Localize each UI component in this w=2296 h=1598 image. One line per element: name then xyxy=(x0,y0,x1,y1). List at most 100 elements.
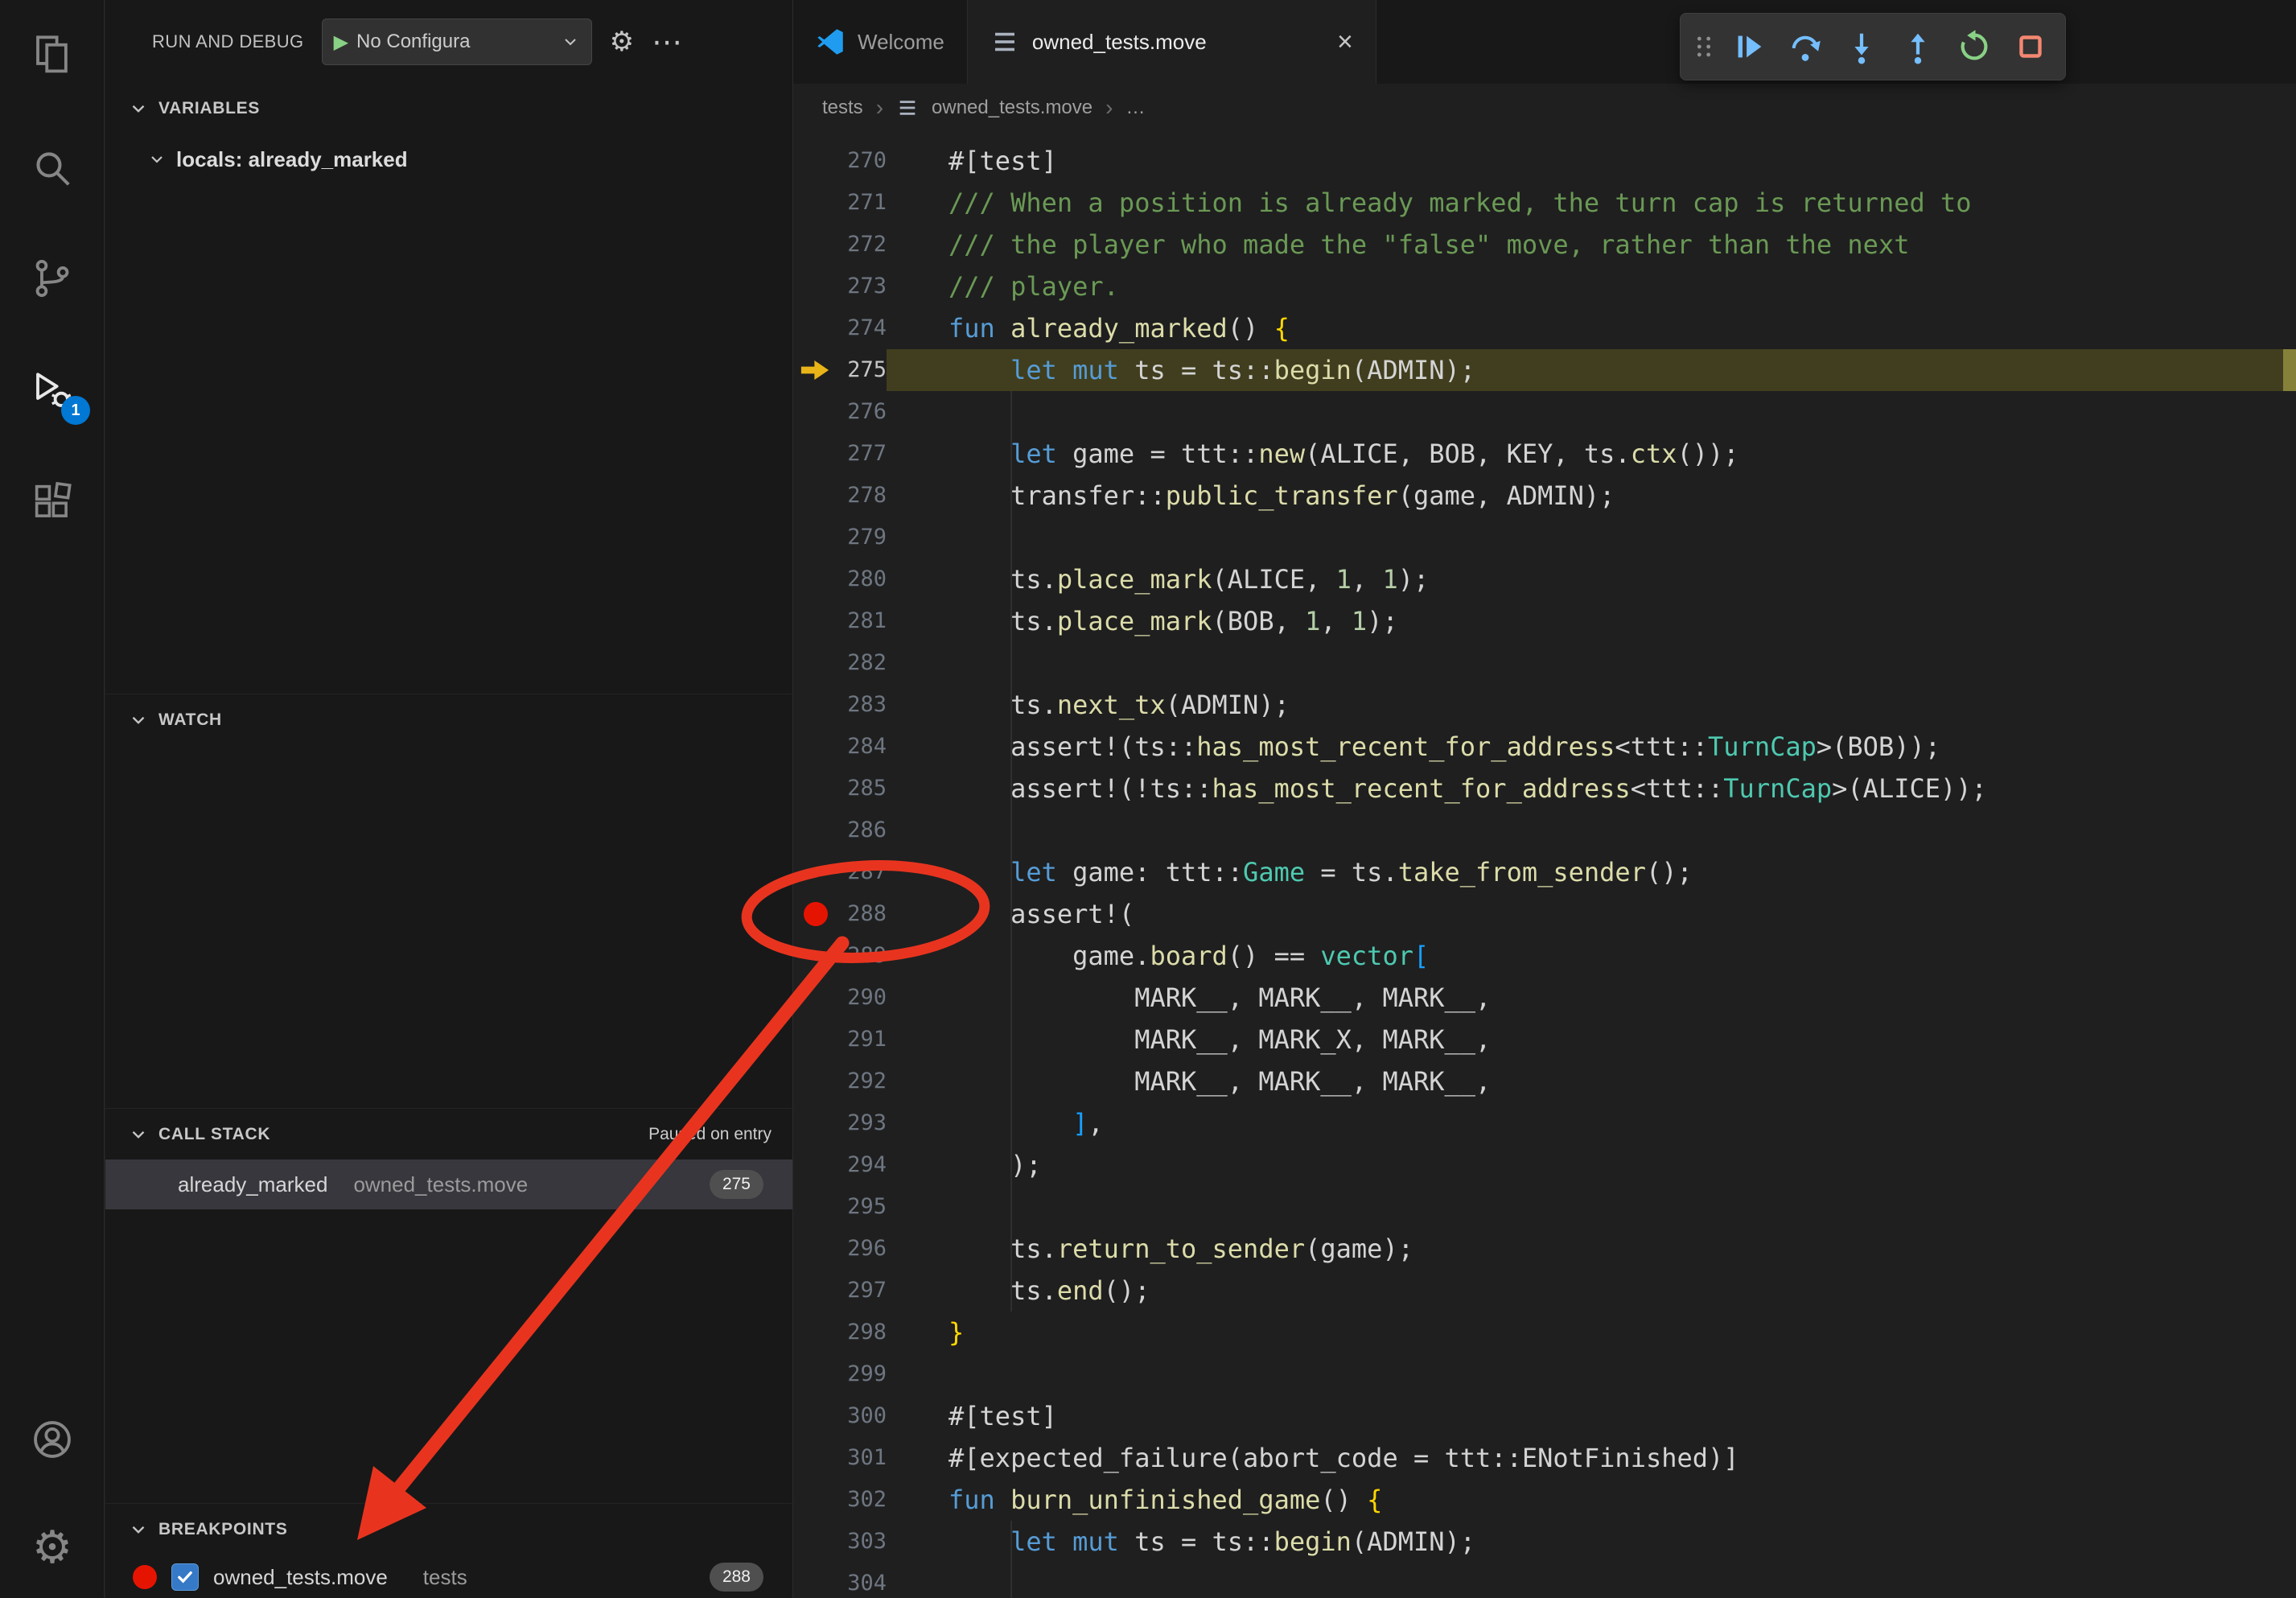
gutter-glyph[interactable] xyxy=(793,1270,838,1312)
activity-run-and-debug[interactable]: 1 xyxy=(0,349,105,433)
code-text[interactable]: transfer::public_transfer(game, ADMIN); xyxy=(887,475,2296,517)
token xyxy=(1057,355,1072,385)
gutter-glyph[interactable] xyxy=(793,977,838,1019)
debug-config-dropdown[interactable]: ▶ No Configura xyxy=(322,19,592,65)
code-lines[interactable]: 270#[test]271/// When a position is alre… xyxy=(793,0,2296,1598)
gutter-glyph[interactable] xyxy=(793,517,838,558)
code-text[interactable]: ); xyxy=(887,1144,2296,1186)
stop-icon xyxy=(2012,28,2049,65)
code-text[interactable] xyxy=(887,1563,2296,1598)
gripper-icon[interactable] xyxy=(1690,28,1718,65)
gutter-glyph[interactable] xyxy=(793,600,838,642)
gutter-glyph[interactable] xyxy=(793,140,838,182)
activity-extensions[interactable] xyxy=(0,460,105,544)
code-text[interactable]: fun burn_unfinished_game() { xyxy=(887,1479,2296,1521)
code-text[interactable]: game.board() == vector[ xyxy=(887,935,2296,977)
breakpoint-glyph[interactable] xyxy=(793,893,838,935)
code-text[interactable]: /// player. xyxy=(887,266,2296,307)
code-text[interactable]: fun already_marked() { xyxy=(887,307,2296,349)
activity-settings[interactable]: ⚙ xyxy=(0,1506,105,1590)
variables-section-header[interactable]: VARIABLES xyxy=(105,83,792,134)
code-text[interactable] xyxy=(887,642,2296,684)
code-text[interactable]: ts.return_to_sender(game); xyxy=(887,1228,2296,1270)
breakpoint-checkbox[interactable] xyxy=(171,1563,199,1591)
token: <ttt:: xyxy=(1615,731,1708,762)
call-stack-section-header[interactable]: CALL STACK Paused on entry xyxy=(105,1108,792,1159)
code-text[interactable]: assert!(!ts::has_most_recent_for_address… xyxy=(887,768,2296,809)
gutter-glyph[interactable] xyxy=(793,1061,838,1102)
code-text[interactable] xyxy=(887,391,2296,433)
code-text[interactable] xyxy=(887,517,2296,558)
code-text[interactable]: ts.place_mark(BOB, 1, 1); xyxy=(887,600,2296,642)
watch-section-header[interactable]: WATCH xyxy=(105,694,792,745)
code-text[interactable]: #[test] xyxy=(887,140,2296,182)
code-text[interactable]: MARK__, MARK_X, MARK__, xyxy=(887,1019,2296,1061)
gutter-glyph[interactable] xyxy=(793,768,838,809)
code-text[interactable]: MARK__, MARK__, MARK__, xyxy=(887,977,2296,1019)
gutter-glyph[interactable] xyxy=(793,266,838,307)
call-stack-frame[interactable]: already_marked owned_tests.move 275 xyxy=(105,1159,792,1209)
gutter-glyph[interactable] xyxy=(793,433,838,475)
more-actions-icon[interactable]: ⋯ xyxy=(652,24,682,60)
activity-explorer[interactable] xyxy=(0,12,105,96)
gutter-glyph[interactable] xyxy=(793,1186,838,1228)
code-text[interactable]: let mut ts = ts::begin(ADMIN); xyxy=(887,349,2296,391)
current-line-glyph[interactable] xyxy=(793,349,838,391)
code-text[interactable]: } xyxy=(887,1312,2296,1353)
start-debugging-icon[interactable]: ▶ xyxy=(334,31,348,53)
code-text[interactable]: ts.end(); xyxy=(887,1270,2296,1312)
code-text[interactable]: ts.place_mark(ALICE, 1, 1); xyxy=(887,558,2296,600)
code-text[interactable]: assert!(ts::has_most_recent_for_address<… xyxy=(887,726,2296,768)
code-text[interactable]: #[test] xyxy=(887,1395,2296,1437)
gutter-glyph[interactable] xyxy=(793,1395,838,1437)
gutter-glyph[interactable] xyxy=(793,1312,838,1353)
code-text[interactable]: /// When a position is already marked, t… xyxy=(887,182,2296,224)
step-into-button[interactable] xyxy=(1837,22,1887,72)
code-text[interactable]: MARK__, MARK__, MARK__, xyxy=(887,1061,2296,1102)
gutter-glyph[interactable] xyxy=(793,726,838,768)
continue-button[interactable] xyxy=(1724,22,1774,72)
gutter-glyph[interactable] xyxy=(793,1228,838,1270)
variables-scope-row[interactable]: locals: already_marked xyxy=(105,134,792,185)
code-text[interactable]: ts.next_tx(ADMIN); xyxy=(887,684,2296,726)
code-text[interactable]: /// the player who made the "false" move… xyxy=(887,224,2296,266)
breakpoints-section-header[interactable]: BREAKPOINTS xyxy=(105,1503,792,1555)
gutter-glyph[interactable] xyxy=(793,1019,838,1061)
gutter-glyph[interactable] xyxy=(793,642,838,684)
restart-button[interactable] xyxy=(1949,22,1999,72)
gutter-glyph[interactable] xyxy=(793,307,838,349)
code-text[interactable]: assert!( xyxy=(887,893,2296,935)
gutter-glyph[interactable] xyxy=(793,851,838,893)
code-text[interactable] xyxy=(887,1353,2296,1395)
code-text[interactable]: #[expected_failure(abort_code = ttt::ENo… xyxy=(887,1437,2296,1479)
gutter-glyph[interactable] xyxy=(793,391,838,433)
gutter-glyph[interactable] xyxy=(793,1479,838,1521)
stop-button[interactable] xyxy=(2006,22,2055,72)
code-text[interactable] xyxy=(887,809,2296,851)
code-text[interactable]: ], xyxy=(887,1102,2296,1144)
gutter-glyph[interactable] xyxy=(793,224,838,266)
activity-accounts[interactable] xyxy=(0,1398,105,1481)
breakpoint-item[interactable]: owned_tests.move tests 288 xyxy=(105,1555,792,1598)
code-text[interactable]: let mut ts = ts::begin(ADMIN); xyxy=(887,1521,2296,1563)
code-text[interactable]: let game: ttt::Game = ts.take_from_sende… xyxy=(887,851,2296,893)
gutter-glyph[interactable] xyxy=(793,558,838,600)
gutter-glyph[interactable] xyxy=(793,1144,838,1186)
gutter-glyph[interactable] xyxy=(793,1563,838,1598)
activity-source-control[interactable] xyxy=(0,237,105,320)
step-out-button[interactable] xyxy=(1893,22,1943,72)
gutter-glyph[interactable] xyxy=(793,1353,838,1395)
gutter-glyph[interactable] xyxy=(793,935,838,977)
activity-search[interactable] xyxy=(0,126,105,210)
gutter-glyph[interactable] xyxy=(793,1102,838,1144)
code-text[interactable]: let game = ttt::new(ALICE, BOB, KEY, ts.… xyxy=(887,433,2296,475)
gutter-glyph[interactable] xyxy=(793,684,838,726)
gutter-glyph[interactable] xyxy=(793,1437,838,1479)
gutter-glyph[interactable] xyxy=(793,182,838,224)
gutter-glyph[interactable] xyxy=(793,809,838,851)
gutter-glyph[interactable] xyxy=(793,475,838,517)
gutter-glyph[interactable] xyxy=(793,1521,838,1563)
step-over-button[interactable] xyxy=(1780,22,1830,72)
code-text[interactable] xyxy=(887,1186,2296,1228)
debug-gear-icon[interactable]: ⚙ xyxy=(610,26,634,58)
